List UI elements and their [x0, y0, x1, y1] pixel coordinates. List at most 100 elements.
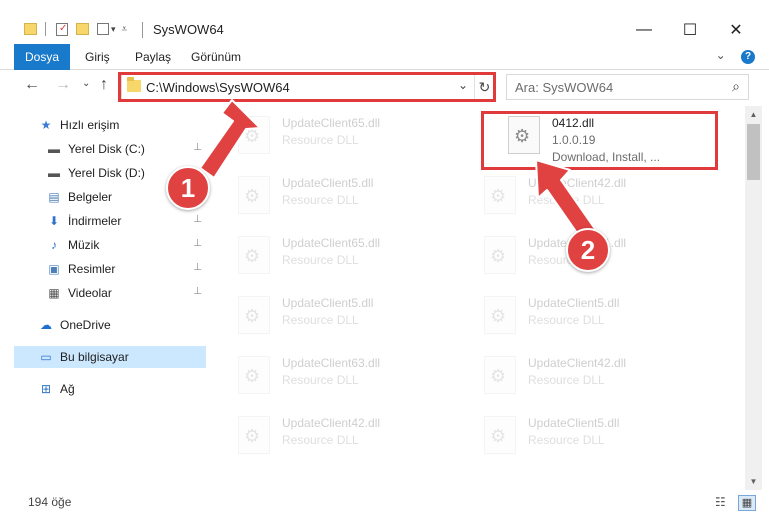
file-item[interactable]: ⚙ UpdateClient5.dll Resource DLL — [210, 288, 442, 342]
sidebar-item-onedrive[interactable]: ☁ OneDrive — [14, 314, 206, 336]
vertical-scrollbar[interactable]: ▲ ▼ — [745, 106, 762, 490]
close-button[interactable]: ✕ — [713, 17, 759, 43]
file-type: Resource DLL — [282, 253, 359, 267]
new-folder-icon[interactable] — [76, 23, 89, 35]
scroll-down-button[interactable]: ▼ — [745, 473, 762, 490]
file-type: Resource DLL — [528, 313, 605, 327]
file-type: Resource DLL — [282, 373, 359, 387]
file-item[interactable]: ⚙ UpdateClient5.dll Resource DLL — [210, 168, 442, 222]
help-icon[interactable]: ? — [741, 50, 755, 64]
pictures-icon: ▣ — [48, 262, 60, 276]
sidebar-item-downloads[interactable]: ⬇ İndirmeler ⊥ — [14, 210, 206, 232]
tab-home[interactable]: Giriş — [85, 44, 110, 70]
file-name: UpdateClient5.dll — [528, 296, 620, 310]
file-item[interactable]: ⚙ UpdateClient42.dll Resource DLL — [456, 348, 688, 402]
properties-icon[interactable]: ✓ — [56, 22, 68, 36]
file-type: Resource DLL — [282, 133, 359, 147]
forward-button[interactable]: → — [55, 76, 71, 94]
separator — [45, 22, 46, 36]
sidebar-item-drive-c[interactable]: ▬ Yerel Disk (C:) ⊥ — [14, 138, 206, 160]
tab-view[interactable]: Görünüm — [191, 44, 241, 70]
sidebar-item-label: Bu bilgisayar — [60, 350, 129, 364]
sidebar-item-network[interactable]: ⊞ Ağ — [14, 378, 206, 400]
file-name: UpdateClient5.dll — [282, 296, 374, 310]
computer-icon: ▭ — [40, 350, 52, 364]
sidebar-item-music[interactable]: ♪ Müzik ⊥ — [14, 234, 206, 256]
file-item[interactable]: ⚙ UpdateClient65.dll Resource DLL — [210, 228, 442, 282]
tab-share[interactable]: Paylaş — [135, 44, 171, 70]
sidebar-item-label: Yerel Disk (D:) — [68, 166, 145, 180]
file-name: UpdateClient65.dll — [282, 116, 381, 130]
file-name: UpdateClient5.dll — [528, 416, 620, 430]
pin-icon[interactable]: ⊥ — [193, 262, 202, 273]
dll-file-icon: ⚙ — [238, 356, 270, 394]
file-item[interactable]: ⚙ UpdateClient65.dll Resource DLL — [210, 108, 442, 162]
dll-file-icon: ⚙ — [484, 416, 516, 454]
pin-icon[interactable]: ⊥ — [193, 286, 202, 297]
download-icon: ⬇ — [48, 214, 60, 228]
file-name: UpdateClient42.dll — [528, 356, 627, 370]
file-name: UpdateClient65.dll — [282, 236, 381, 250]
gear-icon: ⚙ — [244, 306, 261, 326]
scroll-up-button[interactable]: ▲ — [745, 106, 762, 123]
details-view-button[interactable]: ☷ — [715, 495, 726, 509]
videos-icon: ▦ — [48, 286, 60, 300]
sidebar-item-videos[interactable]: ▦ Videolar ⊥ — [14, 282, 206, 304]
gear-icon: ⚙ — [244, 186, 261, 206]
gear-icon: ⚙ — [244, 366, 261, 386]
dll-file-icon: ⚙ — [238, 416, 270, 454]
network-icon: ⊞ — [40, 382, 52, 396]
file-item[interactable]: ⚙ UpdateClient5.dll Resource DLL — [456, 408, 688, 462]
customize-icon[interactable] — [97, 23, 109, 35]
dll-file-icon: ⚙ — [484, 296, 516, 334]
pin-icon[interactable]: ⊥ — [193, 214, 202, 225]
ribbon-tabs: Dosya Giriş Paylaş Görünüm ⌄ ? — [0, 44, 769, 70]
item-count: 194 öğe — [28, 495, 72, 509]
file-item[interactable]: ⚙ UpdateClient63.dll Resource DLL — [210, 348, 442, 402]
tiles-view-button[interactable]: ▦ — [738, 495, 756, 511]
pin-icon[interactable]: ⊥ — [193, 238, 202, 249]
navigation-pane: ★ Hızlı erişim ▬ Yerel Disk (C:) ⊥ ▬ Yerel Dis… — [0, 106, 208, 490]
dropdown-arrow-icon[interactable]: ⩡ — [122, 24, 128, 35]
music-icon: ♪ — [51, 238, 57, 252]
up-button[interactable]: ↑ — [100, 76, 108, 94]
sidebar-item-pictures[interactable]: ▣ Resimler ⊥ — [14, 258, 206, 280]
folder-icon[interactable] — [24, 23, 37, 35]
minimize-button[interactable]: — — [621, 17, 667, 43]
file-highlight — [481, 111, 718, 170]
file-type: Resource DLL — [528, 193, 605, 207]
callout-badge-two: 2 — [566, 228, 610, 272]
callout-badge-one: 1 — [166, 166, 210, 210]
sidebar-item-label: Hızlı erişim — [60, 118, 120, 132]
dll-file-icon: ⚙ — [238, 176, 270, 214]
recent-locations-button[interactable]: ⌄ — [82, 78, 90, 89]
scroll-thumb[interactable] — [747, 124, 760, 180]
search-icon: ⌕ — [732, 78, 740, 94]
window-bottom-edge — [0, 516, 769, 522]
search-input[interactable]: Ara: SysWOW64 — [515, 80, 613, 95]
search-box[interactable]: Ara: SysWOW64 ⌕ — [506, 74, 749, 100]
gear-icon: ⚙ — [244, 126, 261, 146]
file-type: Resource DLL — [282, 433, 359, 447]
gear-icon: ⚙ — [490, 426, 507, 446]
sidebar-item-label: Videolar — [68, 286, 112, 300]
cloud-icon: ☁ — [40, 318, 52, 332]
file-item[interactable]: ⚙ UpdateClient5.dll Resource DLL — [456, 288, 688, 342]
file-type: Resource DLL — [528, 373, 605, 387]
documents-icon: ▤ — [48, 190, 60, 204]
file-name: UpdateClient42.dll — [282, 416, 381, 430]
ribbon-expand-button[interactable]: ⌄ ? — [716, 48, 755, 64]
file-item[interactable]: ⚙ UpdateClient42.dll Resource DLL — [456, 168, 688, 222]
maximize-button[interactable]: ☐ — [667, 17, 713, 43]
file-item[interactable]: ⚙ UpdateClient42.dll Resource DLL — [210, 408, 442, 462]
sidebar-item-quick-access[interactable]: ★ Hızlı erişim — [14, 114, 206, 136]
tab-file[interactable]: Dosya — [14, 44, 70, 70]
pin-icon[interactable]: ⊥ — [193, 142, 202, 153]
sidebar-item-label: İndirmeler — [68, 214, 122, 228]
sidebar-item-this-pc[interactable]: ▭ Bu bilgisayar — [14, 346, 206, 368]
gear-icon: ⚙ — [244, 426, 261, 446]
gear-icon: ⚙ — [490, 246, 507, 266]
file-name: UpdateClient5.dll — [282, 176, 374, 190]
chevron-down-icon[interactable]: ▾ — [111, 24, 116, 35]
back-button[interactable]: ← — [24, 76, 40, 94]
